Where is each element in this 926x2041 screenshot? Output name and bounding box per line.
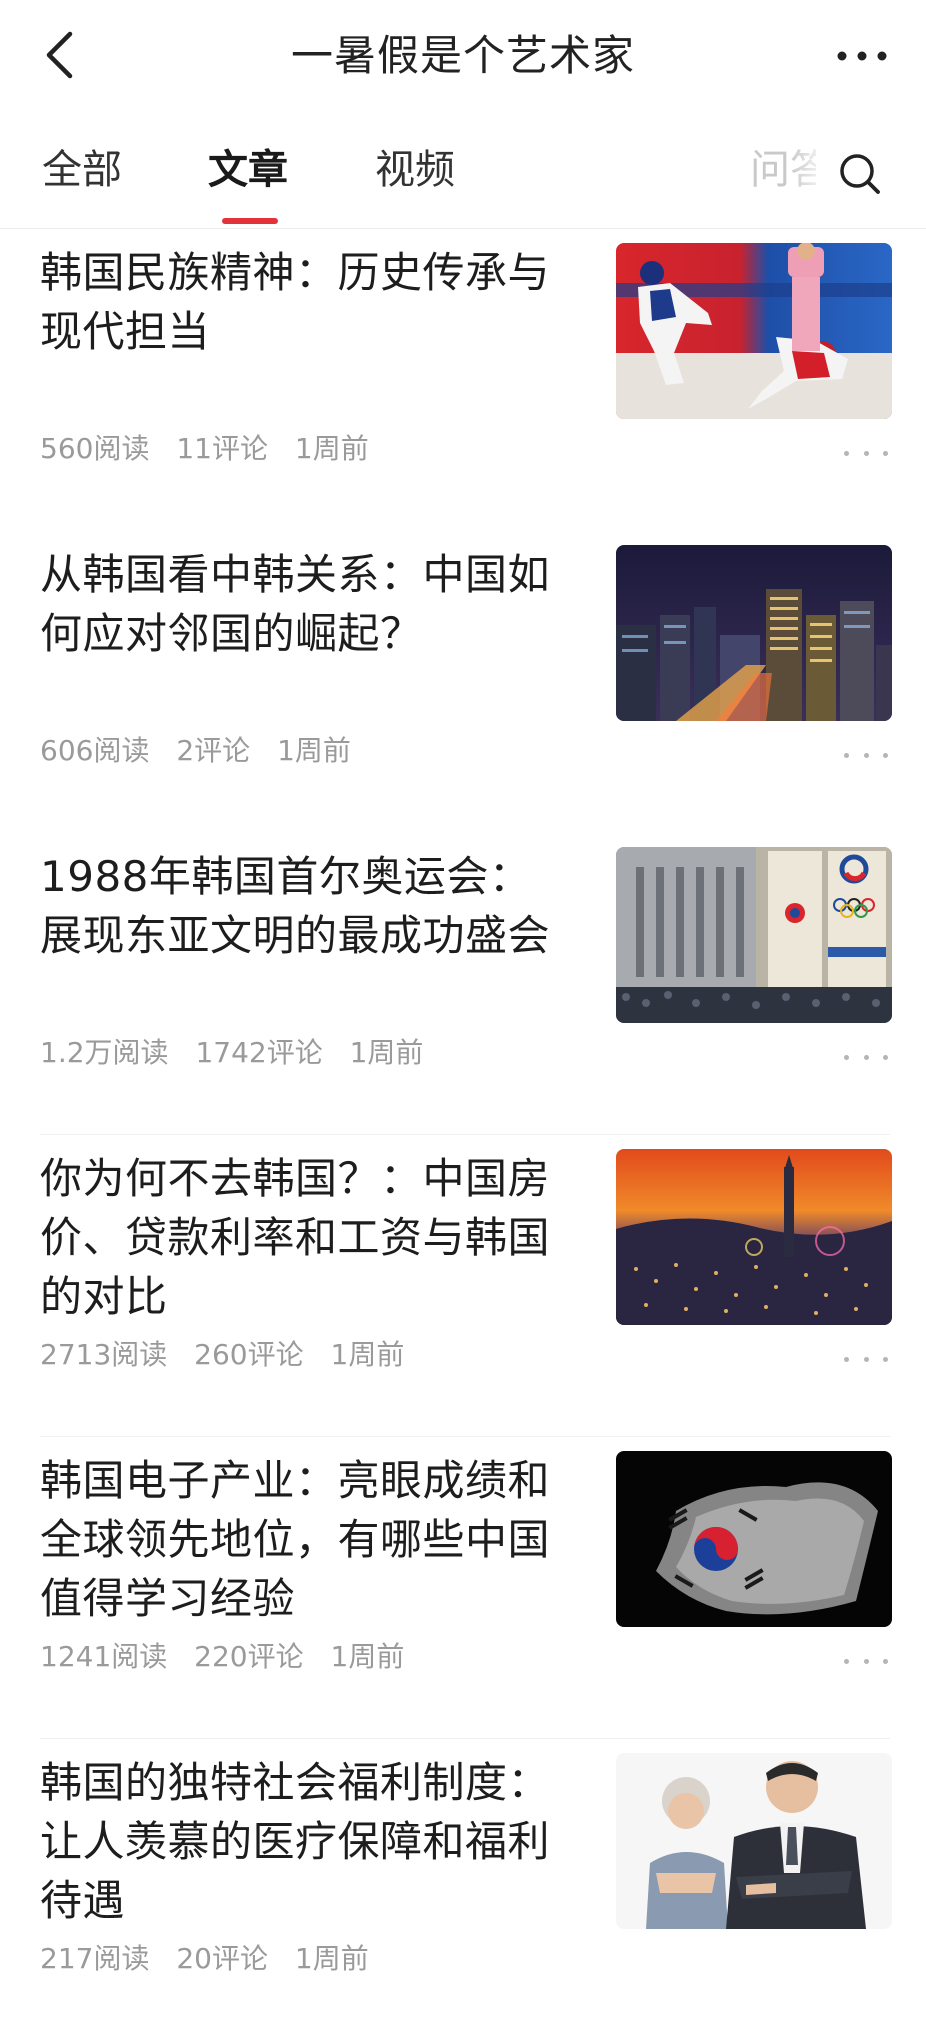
article-title: 韩国电子产业：亮眼成绩和全球领先地位，有哪些中国值得学习经验: [40, 1456, 551, 1623]
article-thumbnail: [616, 243, 892, 419]
search-icon: [840, 154, 880, 194]
comment-count: 2评论: [176, 734, 251, 767]
tab-videos[interactable]: 视频: [375, 142, 455, 198]
article-meta: 2713阅读 260评论 1周前: [40, 1337, 422, 1373]
article-title: 1988年韩国首尔奥运会：展现东亚文明的最成功盛会: [40, 852, 551, 960]
more-dots-icon: [844, 450, 849, 456]
search-button[interactable]: [832, 146, 888, 202]
read-count: 560阅读: [40, 432, 150, 465]
tab-all[interactable]: 全部: [42, 142, 122, 198]
article-meta: 606阅读 2评论 1周前: [40, 733, 369, 769]
more-dots-icon: [844, 752, 849, 758]
taekwondo-image: [616, 243, 892, 419]
read-count: 1.2万阅读: [40, 1036, 169, 1069]
publish-time: 1周前: [330, 1640, 405, 1673]
article-item[interactable]: 你为何不去韩国？：中国房价、贷款利率和工资与韩国的对比 2713阅读 260评论…: [0, 1135, 926, 1437]
publish-time: 1周前: [330, 1338, 405, 1371]
article-title: 韩国民族精神：历史传承与现代担当: [40, 248, 551, 356]
article-thumbnail: [616, 847, 892, 1023]
article-item[interactable]: 从韩国看中韩关系：中国如何应对邻国的崛起？ 606阅读 2评论 1周前: [0, 531, 926, 833]
article-meta: 560阅读 11评论 1周前: [40, 431, 387, 467]
item-more-button[interactable]: [844, 1347, 888, 1371]
more-dots-icon: [837, 51, 887, 61]
korean-flag-image: [616, 1451, 892, 1627]
comment-count: 260评论: [194, 1338, 304, 1371]
read-count: 1241阅读: [40, 1640, 168, 1673]
article-meta: 217阅读 20评论 1周前: [40, 1941, 387, 1977]
article-title: 从韩国看中韩关系：中国如何应对邻国的崛起？: [40, 550, 551, 658]
more-dots-icon: [844, 1356, 849, 1362]
article-item[interactable]: 1988年韩国首尔奥运会：展现东亚文明的最成功盛会 1.2万阅读 1742评论 …: [0, 833, 926, 1135]
item-more-button[interactable]: [844, 1045, 888, 1069]
page-title: 一暑假是个艺术家: [290, 31, 635, 80]
more-dots-icon: [844, 1054, 849, 1060]
comment-count: 20评论: [176, 1942, 268, 1975]
comment-count: 1742评论: [195, 1036, 323, 1069]
publish-time: 1周前: [294, 1942, 369, 1975]
more-options-button[interactable]: [832, 30, 892, 82]
read-count: 217阅读: [40, 1942, 150, 1975]
article-meta: 1.2万阅读 1742评论 1周前: [40, 1035, 441, 1071]
article-title: 你为何不去韩国？：中国房价、贷款利率和工资与韩国的对比: [40, 1154, 551, 1321]
publish-time: 1周前: [349, 1036, 424, 1069]
article-meta: 1241阅读 220评论 1周前: [40, 1639, 422, 1675]
olympics-banner-image: [616, 847, 892, 1023]
tab-bar: 全部 文章 视频 问答: [0, 118, 926, 229]
read-count: 606阅读: [40, 734, 150, 767]
item-more-button[interactable]: [844, 1649, 888, 1673]
article-thumbnail: [616, 1753, 892, 1929]
article-thumbnail: [616, 545, 892, 721]
item-more-button[interactable]: [844, 743, 888, 767]
article-feed: 韩国民族精神：历史传承与现代担当 560阅读 11评论 1周前 从韩国看中韩关系…: [0, 229, 926, 2041]
article-item[interactable]: 韩国民族精神：历史传承与现代担当 560阅读 11评论 1周前: [0, 229, 926, 531]
active-tab-indicator: [222, 218, 278, 224]
publish-time: 1周前: [294, 432, 369, 465]
seoul-sunset-image: [616, 1149, 892, 1325]
more-dots-icon: [844, 1658, 849, 1664]
tab-articles[interactable]: 文章: [208, 142, 288, 198]
elderly-couple-image: [616, 1753, 892, 1929]
read-count: 2713阅读: [40, 1338, 168, 1371]
comment-count: 220评论: [194, 1640, 304, 1673]
article-title: 韩国的独特社会福利制度：让人羡慕的医疗保障和福利待遇: [40, 1758, 551, 1925]
tab-fade-overlay: [790, 138, 830, 204]
article-thumbnail: [616, 1149, 892, 1325]
article-item[interactable]: 韩国电子产业：亮眼成绩和全球领先地位，有哪些中国值得学习经验 1241阅读 22…: [0, 1437, 926, 1739]
seoul-night-skyline-image: [616, 545, 892, 721]
article-thumbnail: [616, 1451, 892, 1627]
publish-time: 1周前: [277, 734, 351, 767]
item-more-button[interactable]: [844, 441, 888, 465]
article-item[interactable]: 韩国的独特社会福利制度：让人羡慕的医疗保障和福利待遇 217阅读 20评论 1周…: [0, 1739, 926, 2041]
comment-count: 11评论: [176, 432, 268, 465]
top-bar: 一暑假是个艺术家: [0, 0, 926, 118]
